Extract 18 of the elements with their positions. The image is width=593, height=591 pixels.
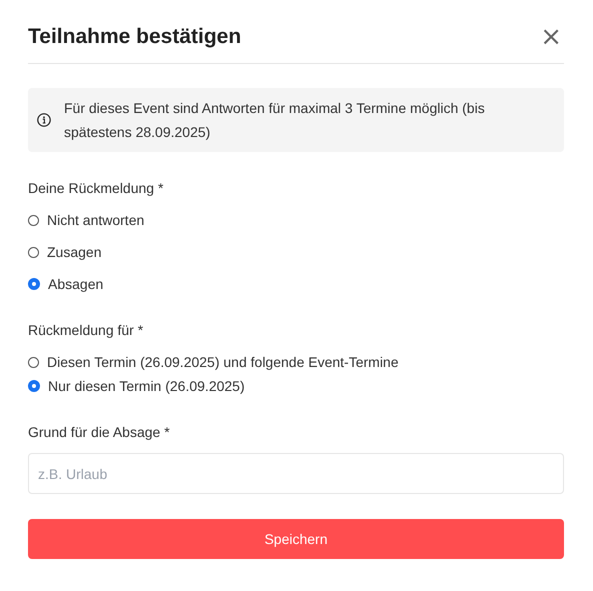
radio-button[interactable]: [28, 246, 39, 258]
radio-button[interactable]: [28, 380, 40, 392]
radio-option[interactable]: Diesen Termin (26.09.2025) und folgende Event-Termine: [28, 352, 399, 372]
radio-button[interactable]: [28, 214, 39, 226]
dialog-title: Teilnahme bestätigen: [28, 24, 242, 50]
radio-button[interactable]: [28, 278, 40, 290]
info-icon: [37, 113, 51, 127]
radio-option[interactable]: Absagen: [28, 274, 104, 294]
close-button[interactable]: ×: [538, 25, 564, 49]
field-label: Grund für die Absage *: [28, 423, 171, 442]
notice-text: Für dieses Event sind Antworten für maximal 3 Termine möglich (bis spätestens 28.09.2025): [64, 99, 486, 142]
input-field[interactable]: z.B. Urlaub: [28, 453, 564, 494]
radio-button[interactable]: [28, 356, 39, 368]
radio-option[interactable]: Nur diesen Termin (26.09.2025): [28, 376, 245, 396]
field-label: Deine Rückmeldung *: [28, 179, 164, 198]
radio-option[interactable]: Zusagen: [28, 242, 102, 262]
field-label: Rückmeldung für *: [28, 321, 144, 340]
radio-option[interactable]: Nicht antworten: [28, 210, 144, 230]
